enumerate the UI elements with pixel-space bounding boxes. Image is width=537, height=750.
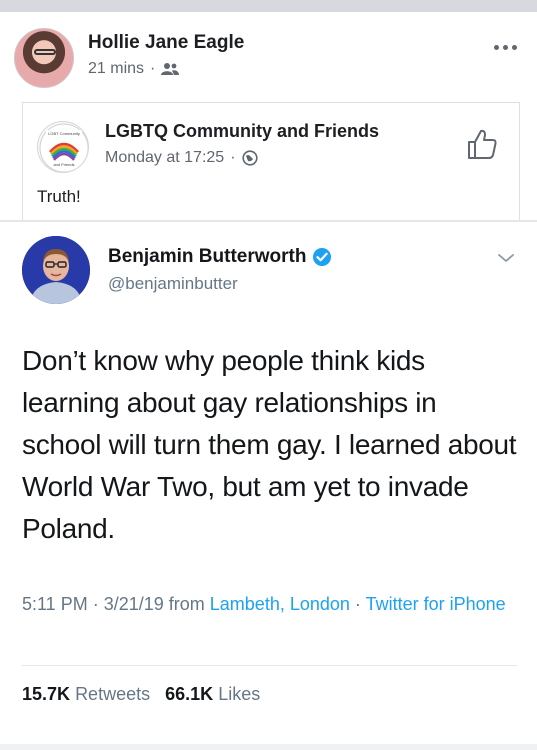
bottom-edge-strip xyxy=(0,744,537,750)
tweet-separator xyxy=(22,665,517,666)
tweet-text: Don’t know why people think kids learnin… xyxy=(22,345,517,544)
tweet-avatar-image xyxy=(22,236,90,304)
group-name[interactable]: LGBTQ Community and Friends xyxy=(105,121,379,142)
embedded-tweet: Benjamin Butterworth @benjaminbutter Don… xyxy=(0,222,537,750)
tweet-author-avatar[interactable] xyxy=(22,236,90,304)
poster-avatar[interactable] xyxy=(14,28,74,88)
facebook-post-header: Hollie Jane Eagle 21 mins · xyxy=(0,12,537,100)
likes-label: Likes xyxy=(218,684,261,704)
tweet-timestamp[interactable]: 5:11 PM · 3/21/19 xyxy=(22,594,164,614)
likes-stat[interactable]: 66.1K Likes xyxy=(165,684,260,704)
tweet-meta: 5:11 PM · 3/21/19 from Lambeth, London ·… xyxy=(22,590,517,618)
retweets-stat[interactable]: 15.7K Retweets xyxy=(22,684,155,704)
like-thumb-icon[interactable] xyxy=(465,127,499,161)
retweets-count: 15.7K xyxy=(22,684,71,704)
tweet-source-link[interactable]: Twitter for iPhone xyxy=(366,594,506,614)
more-options-icon[interactable] xyxy=(491,42,519,52)
chevron-down-icon[interactable] xyxy=(497,252,515,264)
tweet-meta-separator: · xyxy=(354,594,361,614)
post-meta: 21 mins · xyxy=(88,60,180,78)
group-meta-separator: · xyxy=(230,149,236,166)
tweet-from-word: from xyxy=(168,594,205,614)
group-post-time[interactable]: Monday at 17:25 xyxy=(105,149,224,167)
group-logo-text-bottom: and Friends xyxy=(53,162,74,167)
verified-badge-icon xyxy=(313,248,332,266)
post-time[interactable]: 21 mins xyxy=(88,60,144,78)
tweet-author-handle[interactable]: @benjaminbutter xyxy=(108,274,238,294)
tweet-stats: 15.7K Retweets 66.1K Likes xyxy=(22,684,260,705)
tweet-author-name-text: Benjamin Butterworth xyxy=(108,246,307,267)
avatar-glasses xyxy=(34,49,56,55)
retweets-label: Retweets xyxy=(75,684,151,704)
shared-post-card: LGBT Community and Friends LGBTQ Communi… xyxy=(22,102,520,220)
globe-icon xyxy=(241,150,258,166)
shared-post-text: Truth! xyxy=(37,187,81,206)
group-post-meta: Monday at 17:25 · xyxy=(105,149,258,167)
tweet-author-name[interactable]: Benjamin Butterworth xyxy=(108,246,332,268)
likes-count: 66.1K xyxy=(165,684,214,704)
friends-icon xyxy=(161,63,180,75)
meta-separator: · xyxy=(150,60,156,77)
top-edge-strip xyxy=(0,0,537,12)
group-logo: LGBT Community and Friends xyxy=(39,123,88,172)
group-logo-text-top: LGBT Community xyxy=(48,131,80,136)
poster-name[interactable]: Hollie Jane Eagle xyxy=(88,32,244,54)
group-avatar[interactable]: LGBT Community and Friends xyxy=(37,121,89,173)
tweet-location-link[interactable]: Lambeth, London xyxy=(210,594,350,614)
